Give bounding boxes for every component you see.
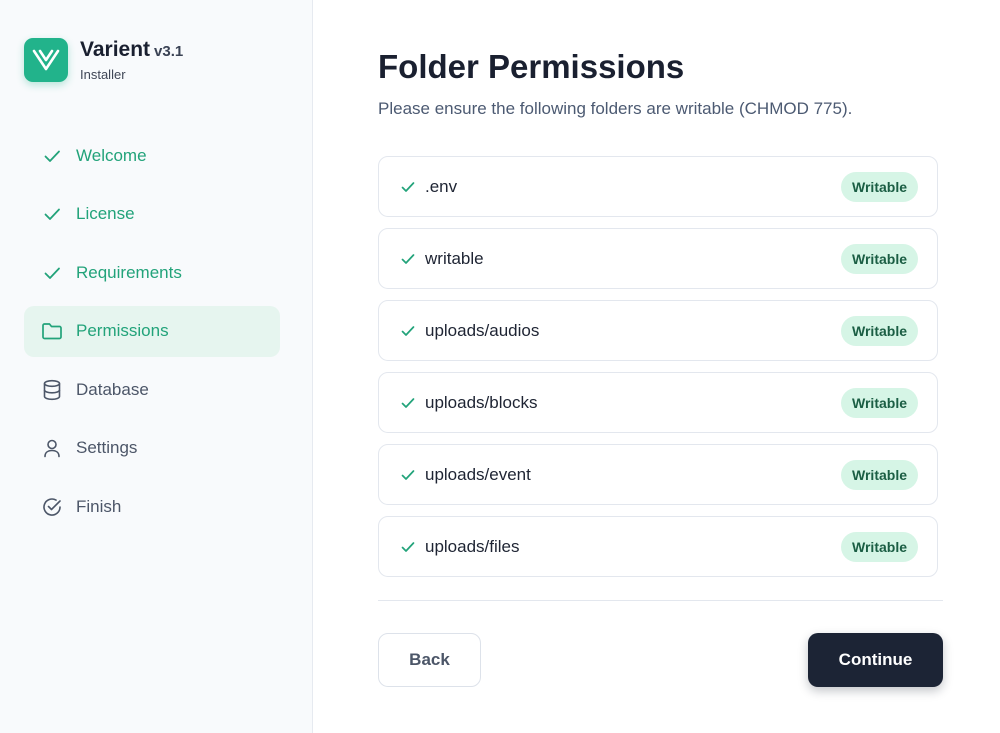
check-icon	[41, 145, 63, 167]
sidebar-item-welcome[interactable]: Welcome	[24, 130, 280, 181]
brand: Varient v3.1 Installer	[24, 38, 183, 82]
status-badge: Writable	[841, 243, 918, 274]
folder-path: uploads/audios	[425, 320, 540, 340]
check-icon	[400, 323, 416, 339]
sidebar: Varient v3.1 Installer Welcome License Re…	[0, 0, 313, 733]
step-nav: Welcome License Requirements Permissions…	[24, 130, 280, 540]
sidebar-item-requirements[interactable]: Requirements	[24, 247, 280, 298]
check-icon	[400, 467, 416, 483]
brand-text: Varient v3.1 Installer	[80, 38, 183, 82]
list-item: uploads/blocks Writable	[378, 372, 938, 433]
list-item: uploads/audios Writable	[378, 300, 938, 361]
check-icon	[400, 539, 416, 555]
folder-icon	[41, 320, 63, 342]
status-badge: Writable	[841, 387, 918, 418]
brand-subtitle: Installer	[80, 67, 126, 82]
sidebar-item-label: Permissions	[76, 321, 169, 341]
page-subtitle: Please ensure the following folders are …	[378, 99, 853, 118]
brand-name: Varient	[80, 38, 151, 61]
divider	[378, 600, 943, 601]
continue-button[interactable]: Continue	[808, 633, 943, 687]
check-circle-icon	[41, 496, 63, 518]
list-item: .env Writable	[378, 156, 938, 217]
back-button[interactable]: Back	[378, 633, 481, 687]
sidebar-item-label: Welcome	[76, 145, 147, 165]
sidebar-item-label: Finish	[76, 497, 122, 517]
sidebar-item-label: Settings	[76, 438, 138, 458]
check-icon	[41, 262, 63, 284]
brand-version: v3.1	[154, 43, 184, 60]
sidebar-item-database[interactable]: Database	[24, 364, 280, 415]
sidebar-item-settings[interactable]: Settings	[24, 423, 280, 474]
folder-path: .env	[425, 176, 458, 196]
list-item: uploads/files Writable	[378, 516, 938, 577]
folder-path: uploads/files	[425, 536, 520, 556]
sidebar-item-finish[interactable]: Finish	[24, 482, 280, 533]
sidebar-item-license[interactable]: License	[24, 189, 280, 240]
sidebar-item-label: Requirements	[76, 262, 182, 282]
list-item: writable Writable	[378, 228, 938, 289]
v-logo-icon	[24, 38, 68, 82]
list-item: uploads/event Writable	[378, 444, 938, 505]
folder-list: .env Writable writable Writable uploads/…	[378, 156, 938, 588]
status-badge: Writable	[841, 459, 918, 490]
database-icon	[41, 379, 63, 401]
user-icon	[41, 437, 63, 459]
status-badge: Writable	[841, 171, 918, 202]
folder-path: uploads/event	[425, 464, 531, 484]
folder-path: uploads/blocks	[425, 392, 538, 412]
check-icon	[400, 251, 416, 267]
sidebar-item-label: Database	[76, 379, 149, 399]
status-badge: Writable	[841, 531, 918, 562]
check-icon	[400, 179, 416, 195]
sidebar-item-label: License	[76, 204, 135, 224]
check-icon	[41, 203, 63, 225]
status-badge: Writable	[841, 315, 918, 346]
page-title: Folder Permissions	[378, 48, 685, 85]
check-icon	[400, 395, 416, 411]
sidebar-item-permissions[interactable]: Permissions	[24, 305, 280, 357]
folder-path: writable	[425, 248, 484, 268]
